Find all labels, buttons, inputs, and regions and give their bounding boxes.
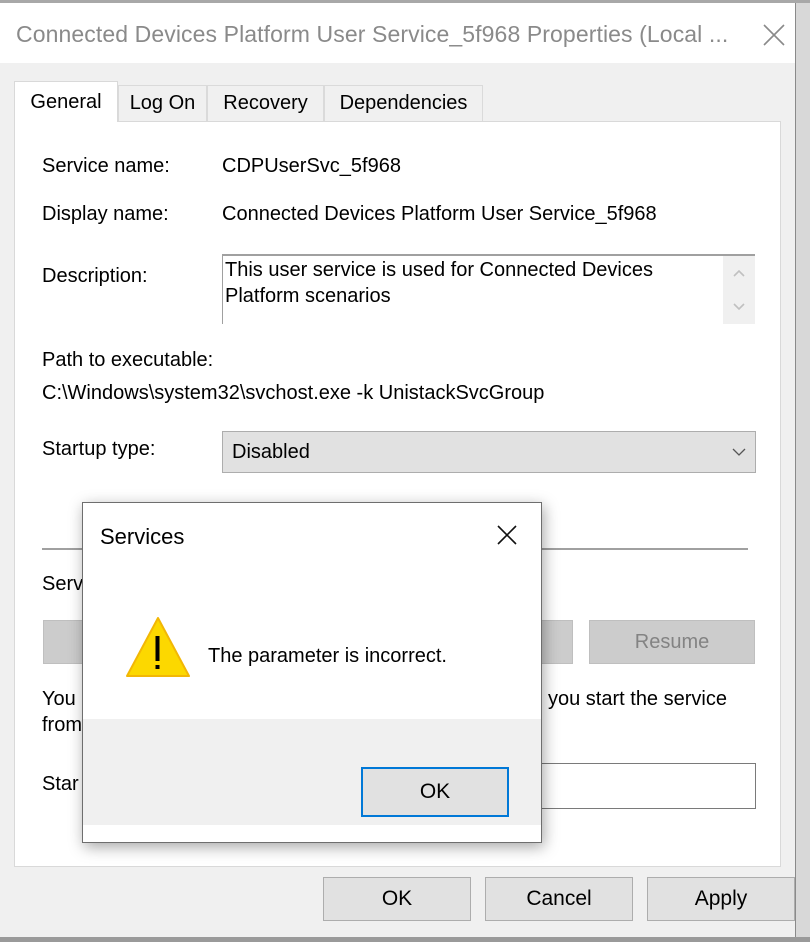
startup-type-dropdown[interactable]: Disabled [222, 431, 756, 473]
startup-type-label: Startup type: [42, 438, 156, 460]
close-icon [497, 525, 517, 545]
dialog-button-bar: OK [83, 719, 541, 825]
startup-type-value: Disabled [232, 440, 310, 463]
tab-recovery[interactable]: Recovery [207, 85, 324, 121]
help-text-right: you start the service [548, 688, 727, 710]
tab-log-on[interactable]: Log On [118, 85, 207, 121]
path-label: Path to executable: [42, 349, 214, 371]
display-name-value: Connected Devices Platform User Service_… [222, 203, 657, 225]
path-value: C:\Windows\system32\svchost.exe -k Unist… [42, 382, 545, 404]
close-icon [763, 24, 785, 46]
dropdown-chevron [729, 442, 749, 462]
window-close-button[interactable] [754, 15, 794, 55]
dialog-message: The parameter is incorrect. [208, 645, 447, 667]
service-status-label: Serv [42, 573, 84, 595]
description-textbox[interactable]: This user service is used for Connected … [222, 254, 755, 324]
error-message-dialog: Services The parameter is incorrect. OK [82, 502, 542, 843]
dialog-ok-button[interactable]: OK [361, 767, 509, 817]
background-taskbar-strip-bottom [0, 937, 810, 942]
help-text-line-1: You [42, 688, 76, 710]
start-parameters-label: Star [42, 773, 79, 795]
description-text: This user service is used for Connected … [225, 259, 653, 307]
tab-general[interactable]: General [14, 81, 118, 122]
window-title: Connected Devices Platform User Service_… [16, 21, 729, 47]
description-label: Description: [42, 265, 148, 287]
resume-button[interactable]: Resume [589, 620, 755, 664]
scroll-down-button[interactable] [723, 290, 755, 324]
apply-button[interactable]: Apply [647, 877, 795, 921]
chevron-down-icon [732, 448, 746, 456]
dialog-close-button[interactable] [487, 515, 527, 555]
warning-icon [125, 616, 191, 678]
start-parameters-input[interactable] [540, 763, 756, 809]
service-name-value: CDPUserSvc_5f968 [222, 155, 401, 177]
ok-button[interactable]: OK [323, 877, 471, 921]
scroll-up-button[interactable] [723, 256, 755, 290]
service-name-label: Service name: [42, 155, 170, 177]
display-name-label: Display name: [42, 203, 169, 225]
description-scrollbar[interactable] [723, 256, 755, 324]
chevron-up-icon [733, 269, 745, 277]
tab-dependencies[interactable]: Dependencies [324, 85, 483, 121]
chevron-down-icon [733, 303, 745, 311]
window-titlebar: Connected Devices Platform User Service_… [0, 3, 795, 63]
help-text-line-2: from [42, 714, 82, 736]
dialog-title: Services [100, 524, 185, 549]
cancel-button[interactable]: Cancel [485, 877, 633, 921]
